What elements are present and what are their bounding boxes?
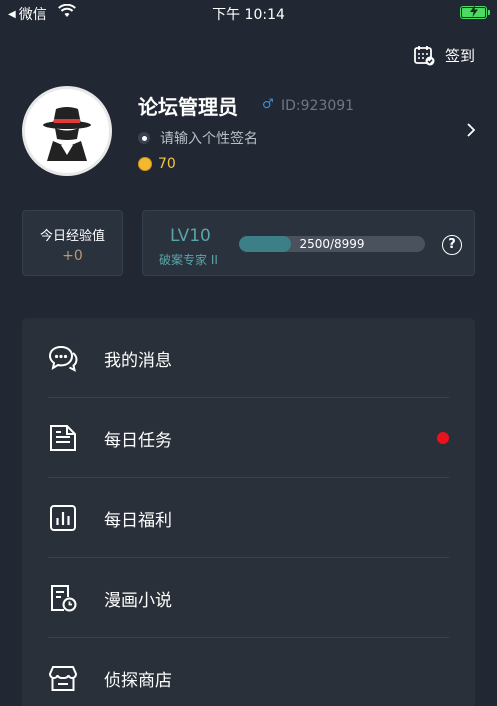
menu-panel: 我的消息 每日任务 每日福利 漫画小说 侦探商店 [22, 318, 475, 706]
bar-chart-icon [50, 505, 76, 531]
coin-balance: 70 [138, 156, 176, 172]
menu-label-comics-novels: 漫画小说 [104, 591, 172, 611]
user-id: ID:923091 [281, 98, 355, 114]
help-icon[interactable]: ? [442, 235, 462, 255]
detective-avatar-icon [43, 107, 91, 161]
level-title: 破案专家 II [159, 253, 218, 267]
level-label: LV10 [170, 226, 211, 246]
calendar-check-icon [414, 46, 435, 66]
level-progress-bar: 2500/8999 [239, 236, 425, 252]
store-icon [48, 666, 78, 691]
chevron-right-icon[interactable] [465, 122, 477, 138]
level-progress-text: 2500/8999 [299, 237, 365, 251]
chat-bubbles-icon [48, 345, 78, 372]
menu-label-daily-tasks: 每日任务 [104, 431, 172, 451]
menu-item-messages[interactable]: 我的消息 [22, 318, 475, 398]
notification-badge [437, 432, 449, 444]
exp-title: 今日经验值 [39, 229, 105, 244]
level-card: LV10 破案专家 II 2500/8999 ? [142, 210, 475, 276]
signature-field[interactable]: 请输入个性签名 [138, 128, 258, 148]
checkin-button[interactable]: 签到 [413, 44, 475, 66]
menu-label-detective-store: 侦探商店 [104, 671, 172, 691]
male-gender-icon: ♂ [262, 97, 274, 112]
coin-amount: 70 [158, 156, 176, 172]
avatar[interactable] [22, 86, 112, 176]
document-icon [50, 425, 76, 451]
checkin-label: 签到 [444, 46, 475, 65]
book-clock-icon [51, 585, 77, 612]
menu-item-daily-tasks[interactable]: 每日任务 [22, 398, 475, 478]
username: 论坛管理员 [138, 95, 238, 119]
status-time: 下午 10:14 [212, 7, 285, 23]
coin-icon [138, 157, 152, 171]
battery-icon [460, 5, 490, 19]
menu-item-daily-welfare[interactable]: 每日福利 [22, 478, 475, 558]
menu-item-detective-store[interactable]: 侦探商店 [22, 638, 475, 706]
exp-value: +0 [62, 248, 83, 264]
menu-label-messages: 我的消息 [104, 351, 172, 371]
menu-label-daily-welfare: 每日福利 [104, 511, 172, 531]
today-exp-card: 今日经验值 +0 [22, 210, 123, 276]
signature-dot-icon [138, 132, 150, 144]
signature-placeholder: 请输入个性签名 [160, 131, 258, 147]
menu-item-comics-novels[interactable]: 漫画小说 [22, 558, 475, 638]
status-bar: ◀ 微信 下午 10:14 [0, 0, 497, 26]
